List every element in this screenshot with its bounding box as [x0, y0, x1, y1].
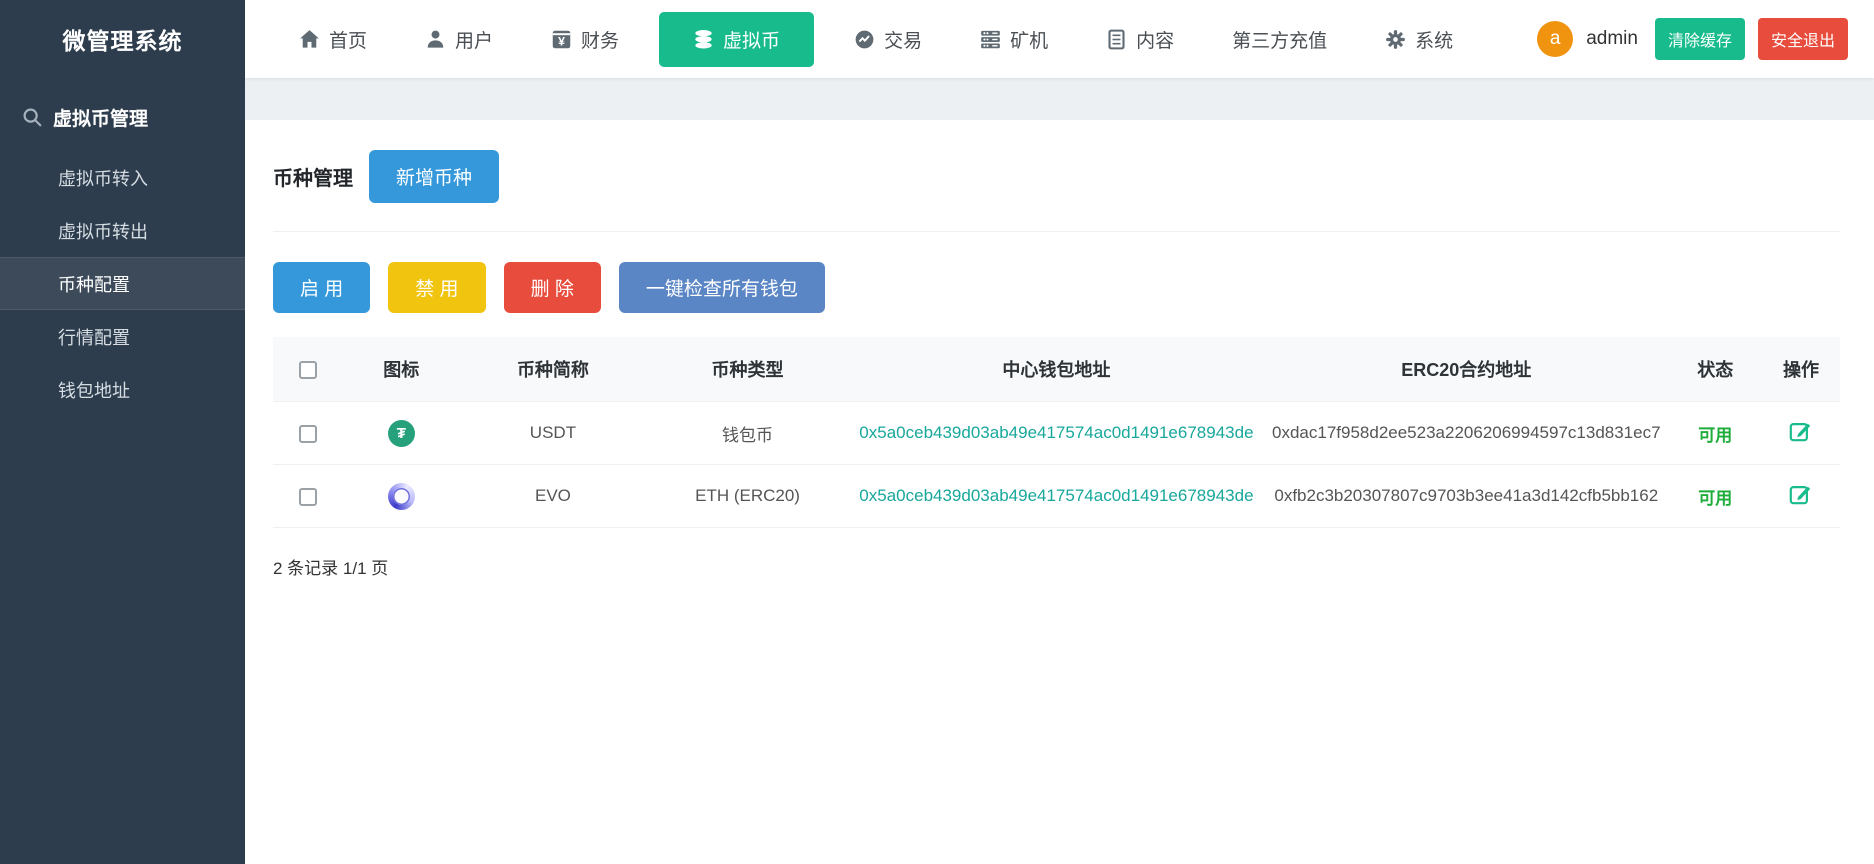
home-icon [299, 29, 320, 50]
sidebar: 微管理系统 虚拟币管理 虚拟币转入 虚拟币转出 币种配置 行情配置 钱包地址 [0, 0, 245, 864]
table-header-row: 图标 币种简称 币种类型 中心钱包地址 ERC20合约地址 状态 操作 [273, 337, 1840, 402]
evo-coin-icon [388, 483, 415, 510]
page-title: 币种管理 [273, 162, 353, 191]
check-all-wallets-button[interactable]: 一键检查所有钱包 [619, 262, 825, 313]
user-icon [425, 29, 446, 50]
coin-icon-cell: ₮ [343, 402, 460, 465]
tab-third-party[interactable]: 第三方充值 [1214, 12, 1345, 67]
sidebar-item-coin-transfer-in[interactable]: 虚拟币转入 [0, 151, 245, 204]
topbar: 首页 用户 财务 虚拟币 交易 矿机 内容 第三方充值 系统 a admin 清… [245, 0, 1874, 78]
edit-button[interactable] [1789, 419, 1812, 442]
page-header: 币种管理 新增币种 [273, 150, 1840, 232]
status-badge: 可用 [1669, 402, 1762, 465]
sidebar-menu: 虚拟币转入 虚拟币转出 币种配置 行情配置 钱包地址 [0, 151, 245, 416]
erc20-contract-address: 0xfb2c3b20307807c9703b3ee41a3d142cfb5bb1… [1264, 465, 1669, 528]
select-all-cell [273, 337, 343, 402]
page-divider-strip [245, 78, 1874, 120]
tab-trade[interactable]: 交易 [836, 12, 940, 67]
row-select-cell [273, 465, 343, 528]
gear-icon [1385, 29, 1406, 50]
app-title: 微管理系统 [0, 0, 245, 78]
sidebar-item-coin-config[interactable]: 币种配置 [0, 257, 245, 310]
tab-coin[interactable]: 虚拟币 [659, 12, 814, 67]
col-header-status: 状态 [1669, 337, 1762, 402]
miner-icon [980, 29, 1001, 50]
record-summary: 2 条记录 1/1 页 [273, 554, 1840, 579]
tab-miner[interactable]: 矿机 [962, 12, 1066, 67]
row-checkbox[interactable] [299, 488, 317, 506]
user-area: a admin 清除缓存 安全退出 [1537, 18, 1848, 60]
finance-icon [551, 29, 572, 50]
tab-system[interactable]: 系统 [1367, 12, 1471, 67]
sidebar-section-title: 虚拟币管理 [53, 104, 148, 131]
col-header-action: 操作 [1762, 337, 1840, 402]
edit-icon [1789, 419, 1812, 442]
disable-button[interactable]: 禁 用 [388, 262, 485, 313]
app-window: 微管理系统 虚拟币管理 虚拟币转入 虚拟币转出 币种配置 行情配置 钱包地址 首… [0, 0, 1874, 864]
sidebar-section-header: 虚拟币管理 [0, 78, 245, 151]
sidebar-item-market-config[interactable]: 行情配置 [0, 310, 245, 363]
coin-type: 钱包币 [646, 402, 849, 465]
content-area: 币种管理 新增币种 启 用禁 用删 除一键检查所有钱包 图标 币种简称 币种类型… [245, 120, 1874, 864]
usdt-coin-icon: ₮ [388, 420, 415, 447]
delete-button[interactable]: 删 除 [504, 262, 601, 313]
tab-home[interactable]: 首页 [281, 12, 385, 67]
row-checkbox[interactable] [299, 425, 317, 443]
tab-content[interactable]: 内容 [1088, 12, 1192, 67]
col-header-type: 币种类型 [646, 337, 849, 402]
tab-users[interactable]: 用户 [407, 12, 511, 67]
table-row: EVO ETH (ERC20) 0x5a0ceb439d03ab49e41757… [273, 465, 1840, 528]
trade-icon [854, 29, 875, 50]
col-header-icon: 图标 [343, 337, 460, 402]
action-cell [1762, 402, 1840, 465]
coin-icon-cell [343, 465, 460, 528]
edit-icon [1789, 482, 1812, 505]
clear-cache-button[interactable]: 清除缓存 [1655, 18, 1745, 60]
logout-button[interactable]: 安全退出 [1758, 18, 1848, 60]
col-header-name: 币种简称 [460, 337, 647, 402]
search-icon [22, 107, 43, 128]
status-badge: 可用 [1669, 465, 1762, 528]
col-header-wallet: 中心钱包地址 [849, 337, 1264, 402]
coin-type: ETH (ERC20) [646, 465, 849, 528]
doc-icon [1106, 29, 1127, 50]
top-navigation: 首页 用户 财务 虚拟币 交易 矿机 内容 第三方充值 系统 [281, 12, 1471, 67]
erc20-contract-address: 0xdac17f958d2ee523a2206206994597c13d831e… [1264, 402, 1669, 465]
row-select-cell [273, 402, 343, 465]
sidebar-item-coin-transfer-out[interactable]: 虚拟币转出 [0, 204, 245, 257]
action-cell [1762, 465, 1840, 528]
enable-button[interactable]: 启 用 [273, 262, 370, 313]
tab-finance[interactable]: 财务 [533, 12, 637, 67]
coin-icon [693, 29, 714, 50]
user-name[interactable]: admin [1586, 28, 1638, 50]
central-wallet-address[interactable]: 0x5a0ceb439d03ab49e417574ac0d1491e678943… [849, 465, 1264, 528]
coin-table: 图标 币种简称 币种类型 中心钱包地址 ERC20合约地址 状态 操作 ₮ US… [273, 337, 1840, 528]
select-all-checkbox[interactable] [299, 361, 317, 379]
sidebar-item-wallet-address[interactable]: 钱包地址 [0, 363, 245, 416]
add-coin-button[interactable]: 新增币种 [369, 150, 499, 203]
toolbar: 启 用禁 用删 除一键检查所有钱包 [273, 262, 1840, 313]
col-header-contract: ERC20合约地址 [1264, 337, 1669, 402]
coin-name: EVO [460, 465, 647, 528]
edit-button[interactable] [1789, 482, 1812, 505]
main-column: 首页 用户 财务 虚拟币 交易 矿机 内容 第三方充值 系统 a admin 清… [245, 0, 1874, 864]
avatar[interactable]: a [1537, 21, 1573, 57]
coin-name: USDT [460, 402, 647, 465]
central-wallet-address[interactable]: 0x5a0ceb439d03ab49e417574ac0d1491e678943… [849, 402, 1264, 465]
table-row: ₮ USDT 钱包币 0x5a0ceb439d03ab49e417574ac0d… [273, 402, 1840, 465]
